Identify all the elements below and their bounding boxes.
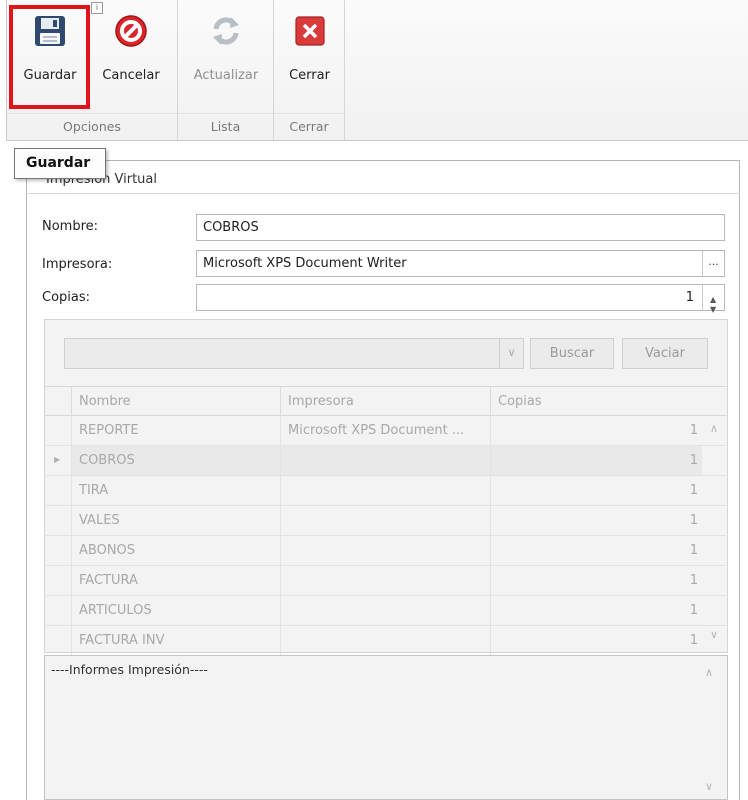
cell-name: ARTICULOS <box>71 596 280 625</box>
cell-printer <box>280 476 490 505</box>
memo-scroll-up-icon[interactable]: ∧ <box>705 666 713 679</box>
cell-printer <box>280 506 490 535</box>
scroll-down-icon[interactable]: ∨ <box>710 628 718 641</box>
cell-name: COBROS <box>71 446 280 475</box>
ribbon-group-cerrar: Cerrar Cerrar <box>274 0 345 140</box>
cell-printer <box>280 596 490 625</box>
table-row[interactable]: REPORTE Microsoft XPS Document ... 1 <box>44 416 728 446</box>
printer-browse-button[interactable]: ... <box>702 251 724 276</box>
refresh-button-label: Actualizar <box>193 68 259 83</box>
ribbon-group-label-lista: Lista <box>178 113 273 139</box>
cell-printer <box>280 626 490 655</box>
cell-name: REPORTE <box>71 416 280 445</box>
cell-copies: 1 <box>490 476 702 505</box>
cancel-button[interactable]: Cancelar <box>91 4 171 104</box>
printer-field[interactable]: Microsoft XPS Document Writer ... <box>196 250 725 277</box>
cell-printer <box>280 566 490 595</box>
name-field-value: COBROS <box>203 220 259 235</box>
cell-name: VALES <box>71 506 280 535</box>
copies-spin[interactable]: ▲ ▼ <box>702 285 724 314</box>
table-row[interactable]: TIRA 1 <box>44 476 728 506</box>
table-row[interactable]: ▶ COBROS 1 <box>44 446 728 476</box>
cell-copies: 1 <box>490 536 702 565</box>
cell-name: FACTURA <box>71 566 280 595</box>
save-button-highlight <box>9 5 90 109</box>
cell-name: ABONOS <box>71 536 280 565</box>
memo-scroll-down-icon[interactable]: ∨ <box>705 780 713 793</box>
table-row[interactable]: ARTICULOS 1 <box>44 596 728 626</box>
table-row[interactable]: FACTURA INV 1 <box>44 626 728 656</box>
table-row[interactable]: VALES 1 <box>44 506 728 536</box>
cell-printer <box>280 536 490 565</box>
table-scrollbar[interactable]: ∧ ∨ <box>702 416 728 652</box>
refresh-button[interactable]: Actualizar <box>182 4 270 104</box>
ribbon-group-label-cerrar: Cerrar <box>274 113 344 139</box>
table-row[interactable]: ABONOS 1 <box>44 536 728 566</box>
cell-copies: 1 <box>490 596 702 625</box>
cancel-button-label: Cancelar <box>102 68 160 83</box>
cell-copies: 1 <box>490 566 702 595</box>
column-header-copies[interactable]: Copias <box>490 387 702 416</box>
cell-copies: 1 <box>490 446 702 475</box>
scroll-up-icon[interactable]: ∧ <box>710 422 718 435</box>
filter-combo[interactable]: ∨ <box>64 338 524 369</box>
ribbon-toolbar: Guardar Cancelar Opciones Actualizar Lis… <box>6 0 748 141</box>
save-tooltip: Guardar <box>14 148 106 179</box>
close-button-label: Cerrar <box>289 68 330 83</box>
table-header: Nombre Impresora Copias <box>44 386 728 416</box>
printer-field-value: Microsoft XPS Document Writer <box>203 256 407 271</box>
clear-button[interactable]: Vaciar <box>622 338 708 369</box>
column-header-name[interactable]: Nombre <box>71 387 280 416</box>
cell-copies: 1 <box>490 626 702 655</box>
copies-stepper[interactable]: 1 ▲ ▼ <box>196 284 725 314</box>
cell-copies: 1 <box>490 506 702 535</box>
cancel-icon <box>115 15 147 47</box>
refresh-icon <box>213 17 239 45</box>
copies-label: Copias: <box>42 290 91 305</box>
printer-label: Impresora: <box>42 257 113 272</box>
chevron-down-icon[interactable]: ∨ <box>499 339 523 368</box>
copies-value: 1 <box>685 290 694 305</box>
info-icon: i <box>91 2 103 14</box>
name-label: Nombre: <box>42 219 99 234</box>
close-icon <box>294 16 325 46</box>
cell-name: FACTURA INV <box>71 626 280 655</box>
reports-table: Nombre Impresora Copias REPORTE Microsoft… <box>44 386 728 656</box>
current-row-indicator-icon: ▶ <box>54 455 61 464</box>
report-log-textarea[interactable]: ----Informes Impresión---- ∧ ∨ <box>44 655 728 800</box>
table-row[interactable]: FACTURA 1 <box>44 566 728 596</box>
cell-printer <box>280 446 490 475</box>
ribbon-group-label-opciones: Opciones <box>7 113 177 139</box>
cell-name: TIRA <box>71 476 280 505</box>
column-header-printer[interactable]: Impresora <box>280 387 490 416</box>
name-field[interactable]: COBROS <box>196 214 725 241</box>
close-button[interactable]: Cerrar <box>278 4 341 104</box>
ribbon-group-lista: Actualizar Lista <box>178 0 274 140</box>
cell-printer: Microsoft XPS Document ... <box>280 416 490 445</box>
search-button[interactable]: Buscar <box>530 338 614 369</box>
cell-copies: 1 <box>490 416 702 445</box>
report-log-text: ----Informes Impresión---- <box>51 662 208 677</box>
